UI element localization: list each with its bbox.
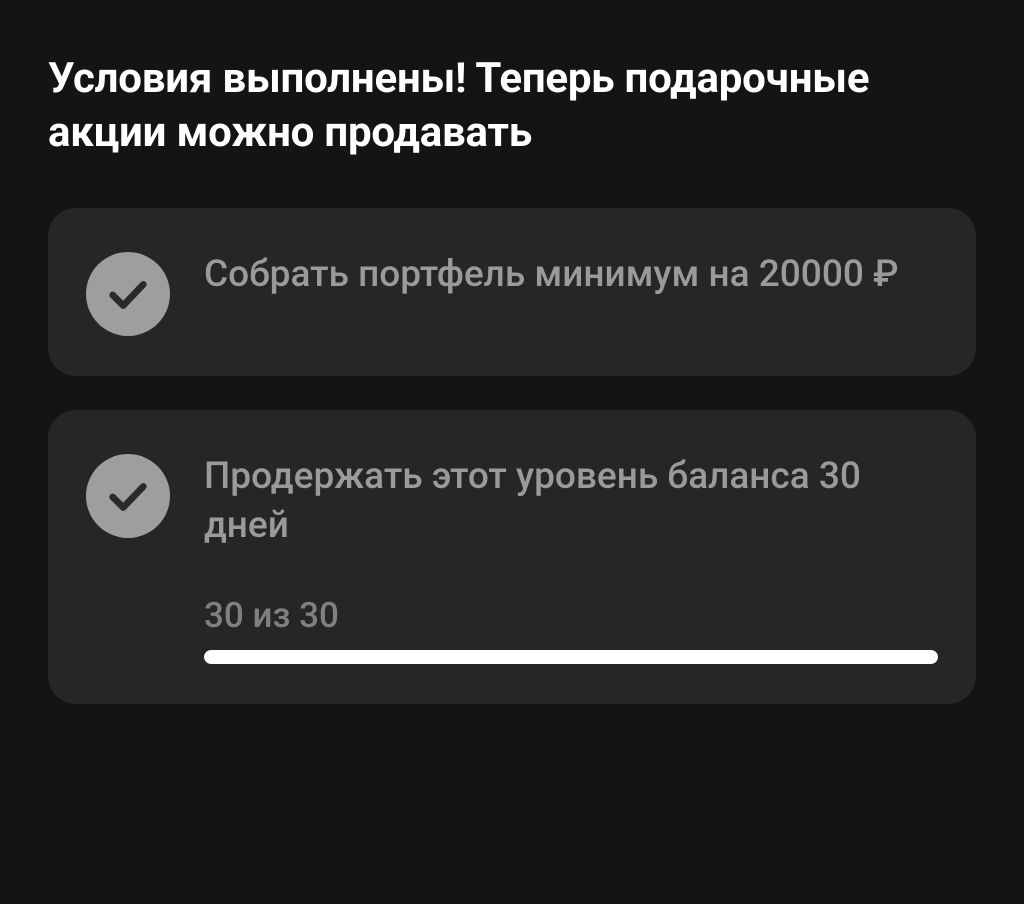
condition-balance-card: Продержать этот уровень баланса 30 дней …: [48, 410, 976, 705]
condition-portfolio-text: Собрать портфель минимум на 20000 ₽: [204, 248, 899, 300]
progress-section: 30 из 30: [204, 595, 938, 664]
conditions-heading: Условия выполнены! Теперь подарочные акц…: [48, 52, 976, 160]
check-icon: [86, 454, 170, 538]
progress-label: 30 из 30: [204, 595, 938, 636]
condition-balance-text: Продержать этот уровень баланса 30 дней: [204, 450, 938, 552]
progress-bar: [204, 650, 938, 664]
progress-bar-fill: [204, 650, 938, 664]
condition-portfolio-card: Собрать портфель минимум на 20000 ₽: [48, 208, 976, 376]
check-icon: [86, 252, 170, 336]
